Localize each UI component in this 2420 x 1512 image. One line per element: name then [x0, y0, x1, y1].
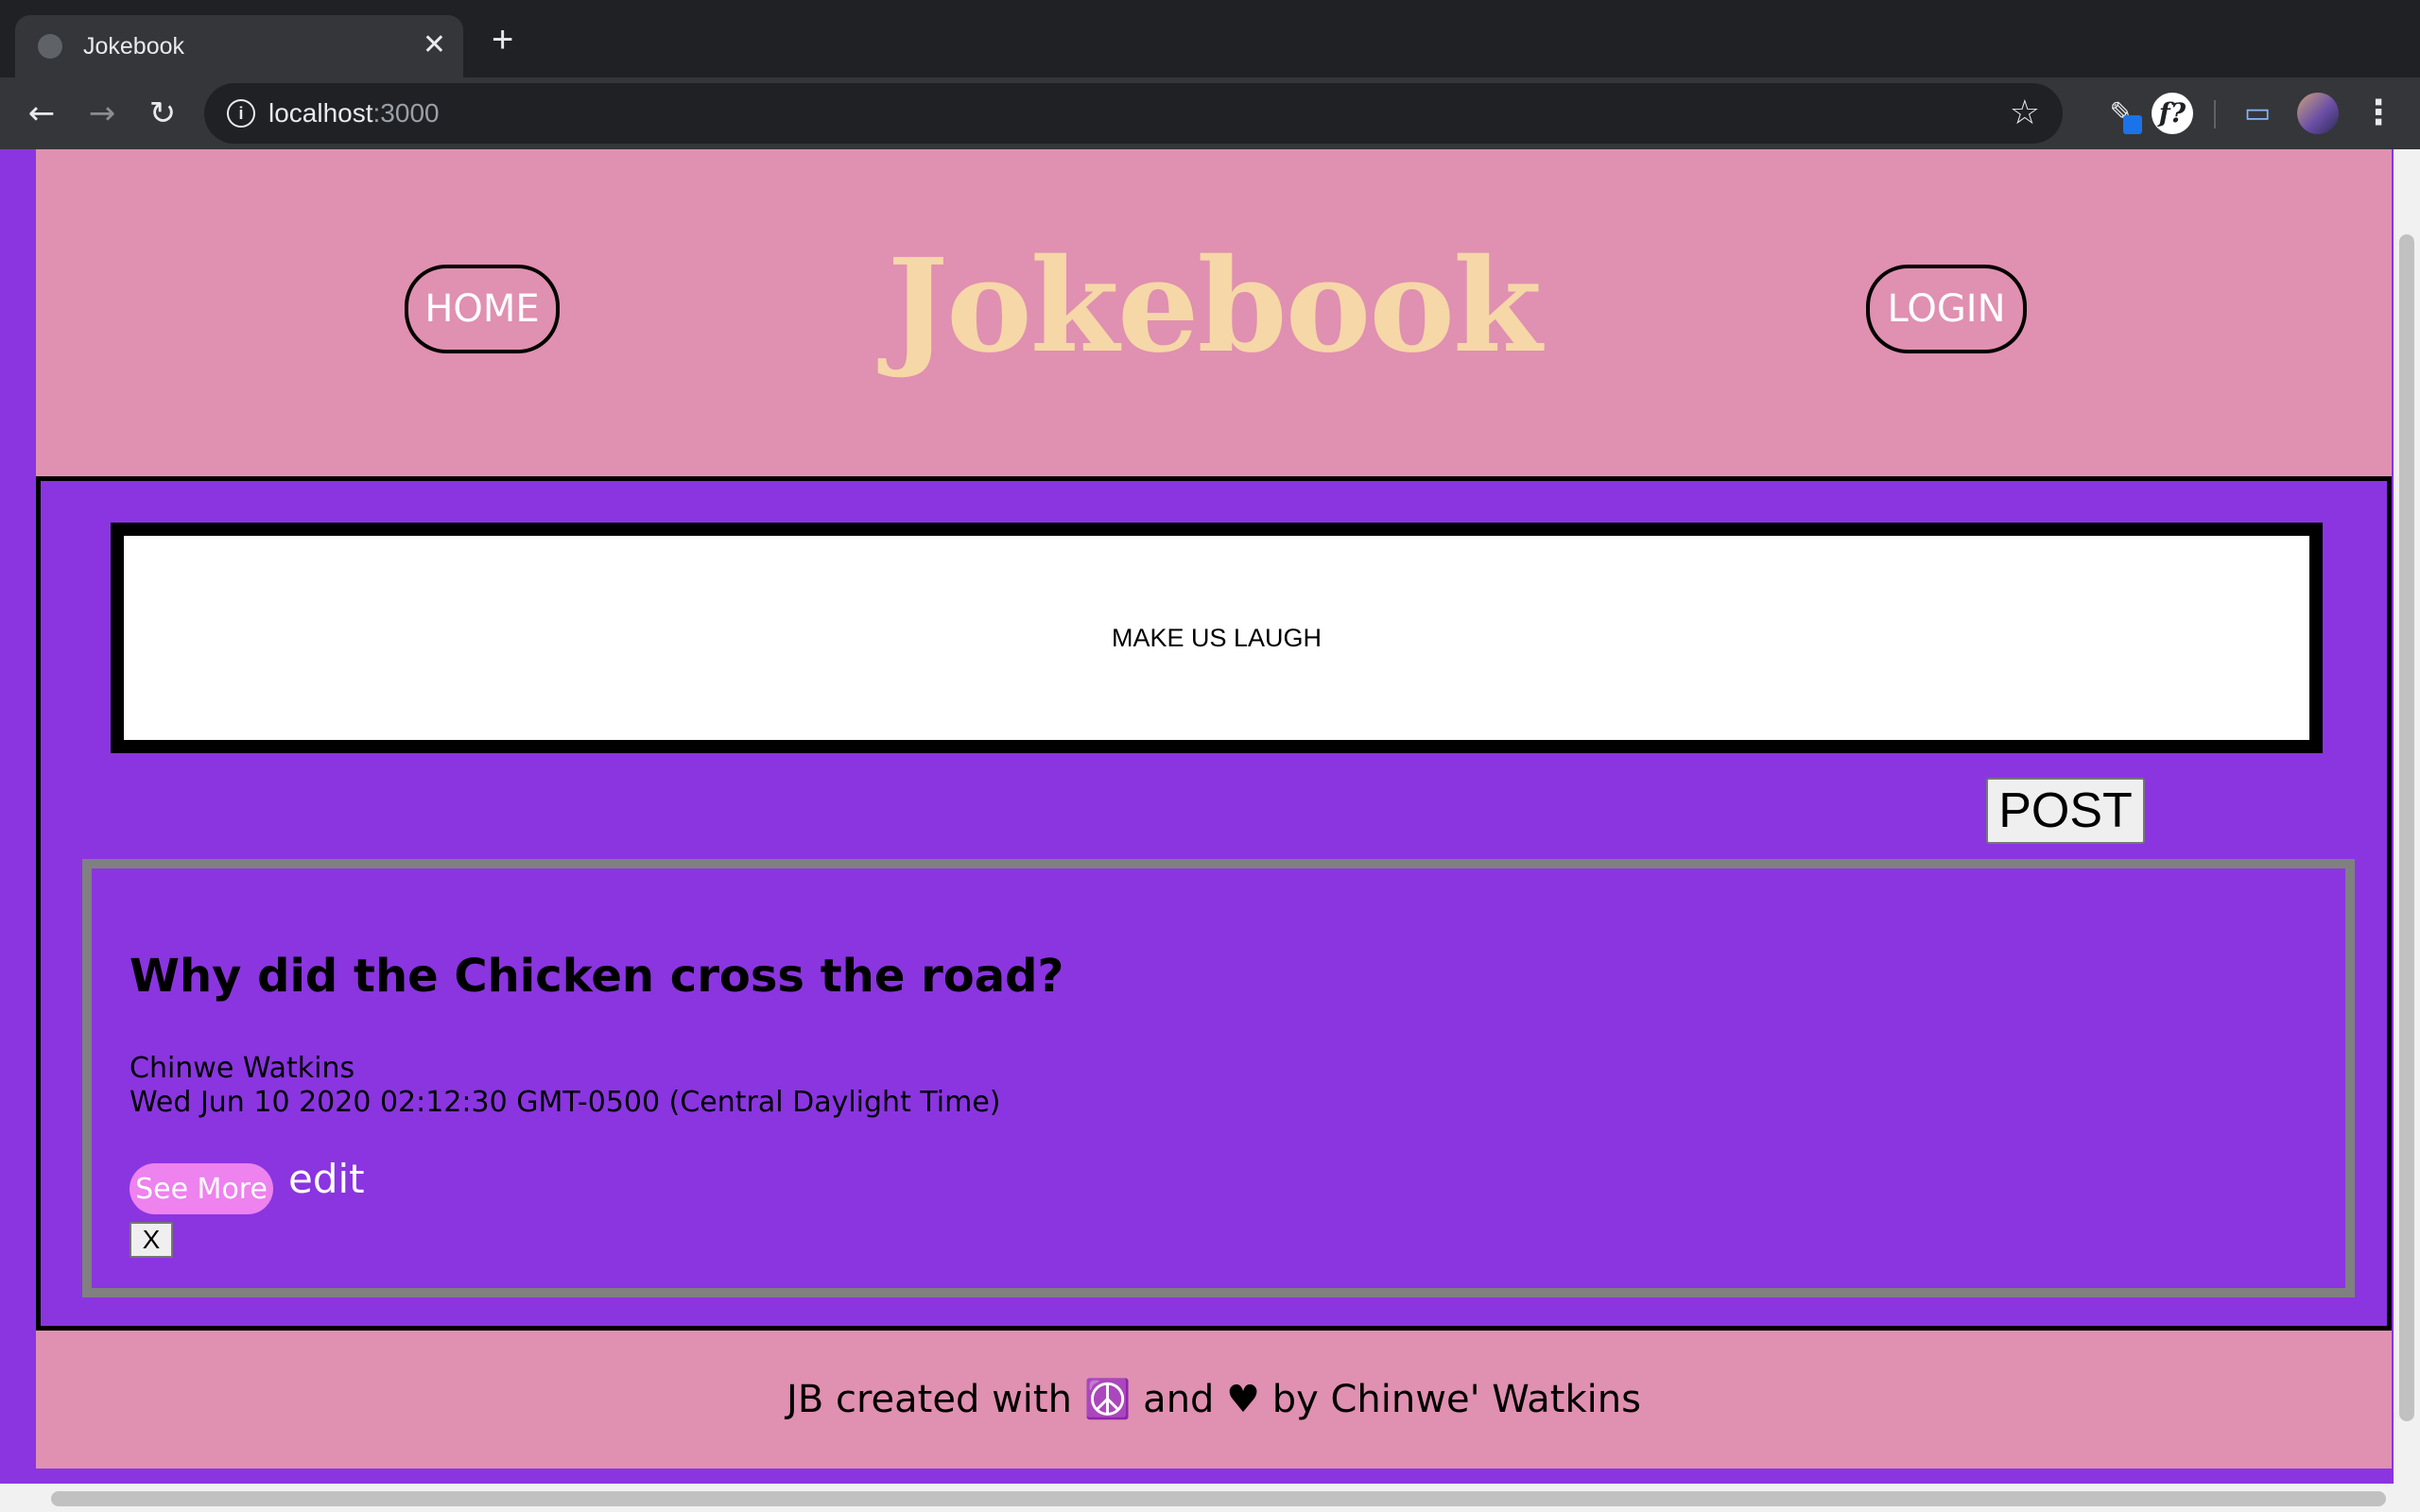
- profile-avatar[interactable]: [2297, 93, 2339, 134]
- reload-icon[interactable]: ↻: [142, 93, 183, 134]
- site-footer: JB created with ☮️ and ♥ by Chinwe' Watk…: [36, 1331, 2392, 1469]
- cast-icon[interactable]: ▭: [2237, 93, 2278, 134]
- joke-author: Chinwe Watkins: [130, 1052, 355, 1085]
- tab-title: Jokebook: [83, 33, 185, 60]
- see-more-button[interactable]: See More: [130, 1163, 273, 1214]
- globe-icon: [38, 34, 62, 59]
- url-host: localhost: [268, 98, 373, 128]
- address-bar[interactable]: i localhost:3000 ☆: [204, 83, 2063, 144]
- page-viewport: HOME Jokebook LOGIN MAKE US LAUGH POST W…: [0, 149, 2420, 1512]
- delete-button[interactable]: X: [130, 1222, 173, 1258]
- font-extension-icon[interactable]: f?: [2152, 93, 2193, 134]
- pen-extension-icon[interactable]: ✎: [2100, 93, 2142, 134]
- edit-link[interactable]: edit: [288, 1156, 365, 1202]
- joke-input[interactable]: MAKE US LAUGH: [111, 523, 2323, 753]
- extension-badge: [2123, 115, 2142, 134]
- main-content: MAKE US LAUGH POST Why did the Chicken c…: [36, 476, 2392, 1331]
- browser-tab[interactable]: Jokebook ✕: [15, 15, 463, 77]
- browser-tab-bar: Jokebook ✕ +: [0, 0, 2420, 77]
- site-logo: Jokebook: [887, 231, 1543, 382]
- joke-title: Why did the Chicken cross the road?: [130, 950, 1064, 1003]
- browser-menu-icon[interactable]: ⋮: [2358, 93, 2399, 134]
- site-header: HOME Jokebook LOGIN: [36, 149, 2392, 476]
- new-tab-icon[interactable]: +: [492, 21, 513, 59]
- browser-toolbar: ← → ↻ i localhost:3000 ☆ ✎ f? ▭ ⋮: [0, 77, 2420, 149]
- login-button[interactable]: LOGIN: [1866, 265, 2027, 353]
- back-icon[interactable]: ←: [21, 93, 62, 134]
- post-button[interactable]: POST: [1986, 778, 2145, 844]
- joke-date: Wed Jun 10 2020 02:12:30 GMT-0500 (Centr…: [130, 1086, 1001, 1119]
- horizontal-scrollbar[interactable]: [0, 1484, 2420, 1512]
- joke-card: Why did the Chicken cross the road? Chin…: [82, 859, 2355, 1297]
- bookmark-star-icon[interactable]: ☆: [2010, 93, 2040, 132]
- url-text: localhost:3000: [268, 98, 440, 129]
- site-info-icon[interactable]: i: [227, 99, 255, 128]
- vertical-scroll-thumb[interactable]: [2399, 234, 2414, 1421]
- vertical-scrollbar[interactable]: [2394, 149, 2420, 1484]
- horizontal-scroll-thumb[interactable]: [51, 1491, 2386, 1506]
- url-port: :3000: [372, 98, 440, 128]
- toolbar-divider: [2214, 100, 2216, 129]
- forward-icon[interactable]: →: [81, 93, 123, 134]
- close-tab-icon[interactable]: ✕: [423, 28, 446, 61]
